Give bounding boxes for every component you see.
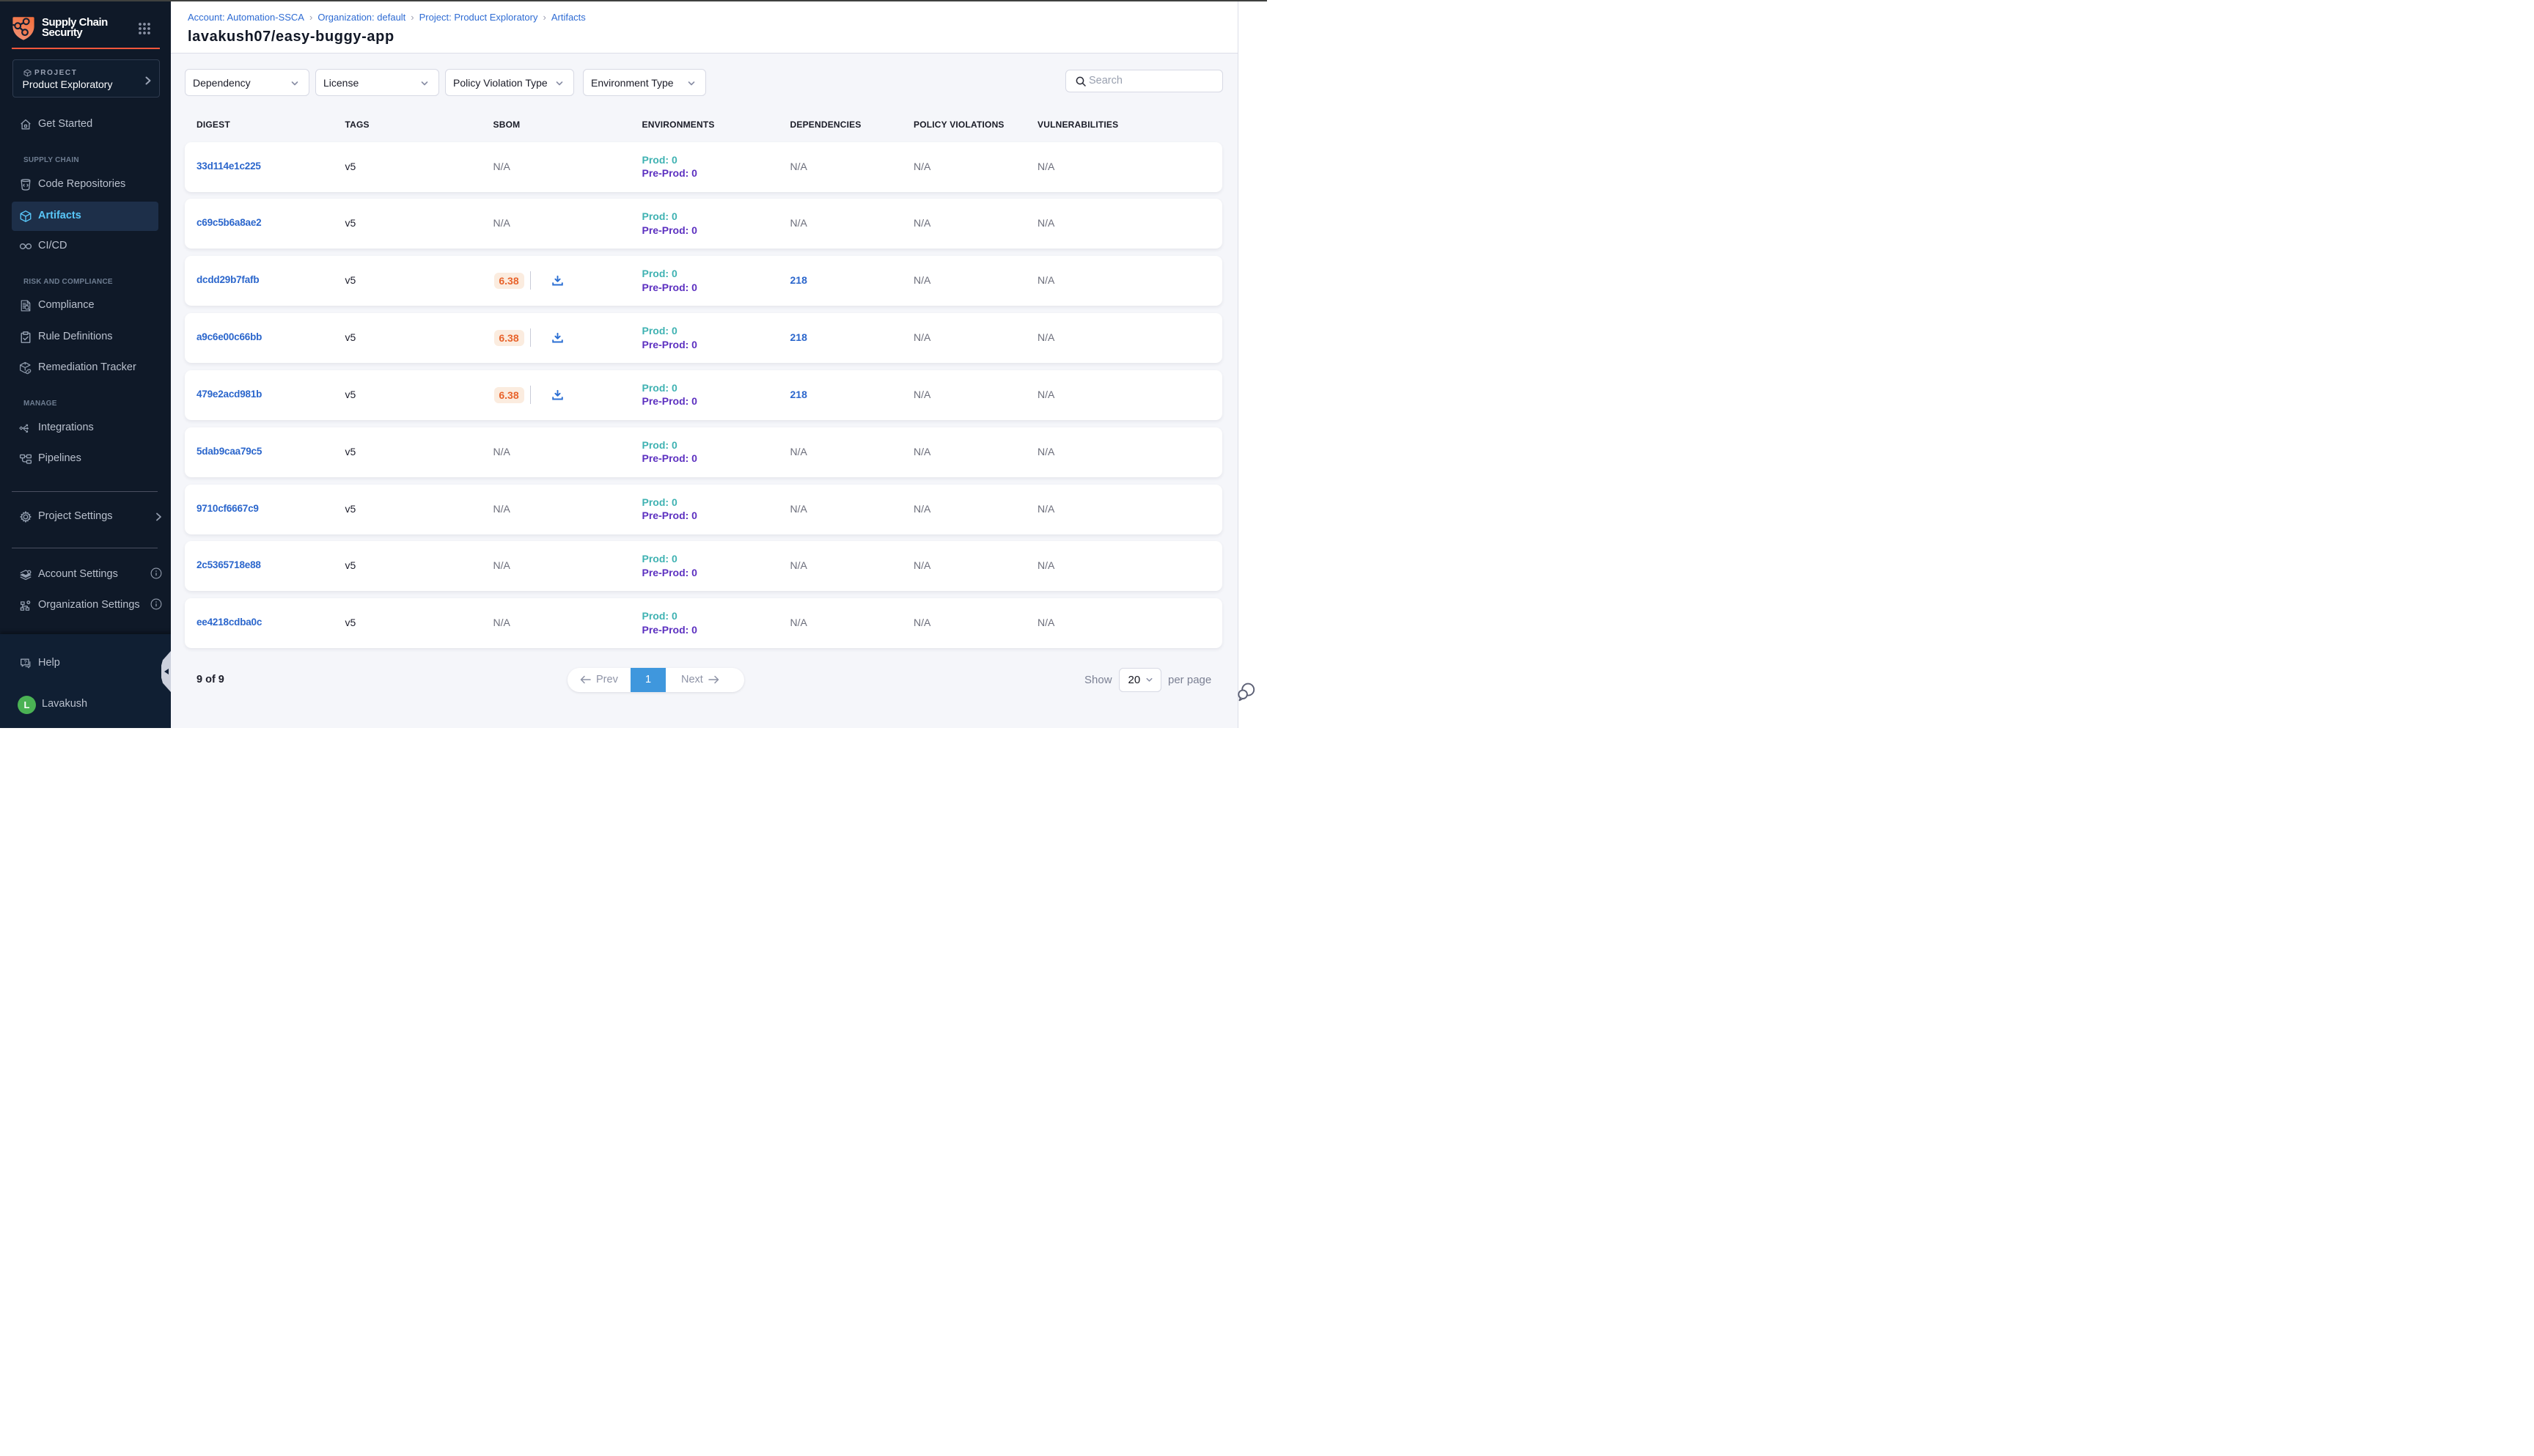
svg-text:?: ? [23,658,26,665]
